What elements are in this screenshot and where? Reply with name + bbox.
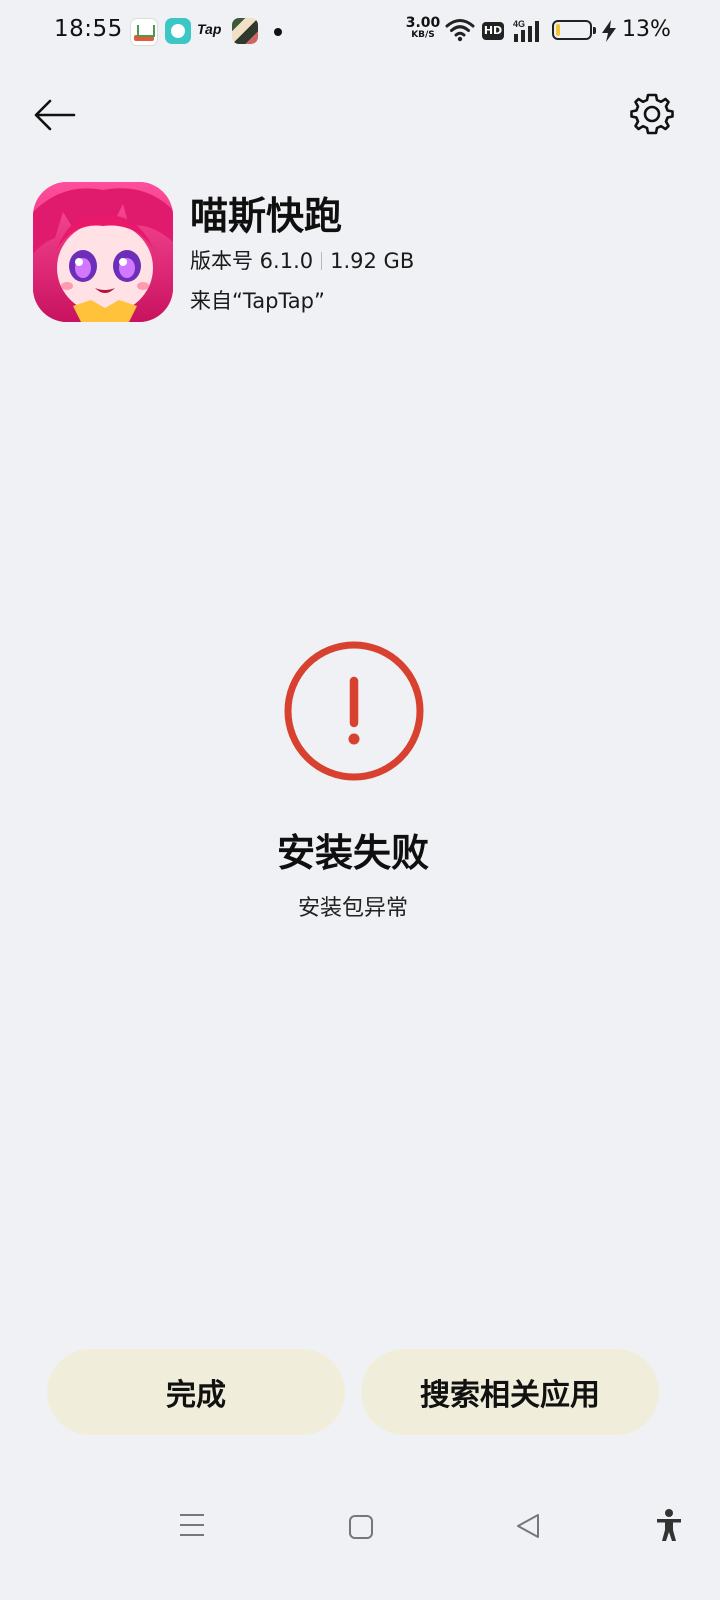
gear-icon [630, 93, 674, 135]
network-speed-value: 3.00 [405, 15, 441, 31]
arrow-left-icon [34, 99, 76, 131]
install-failed-reason: 安装包异常 [297, 896, 408, 921]
square-home-icon[interactable] [348, 1514, 374, 1540]
meta-divider [321, 252, 323, 270]
battery-fill [556, 24, 560, 36]
app-source: 来自“TapTap” [190, 289, 325, 313]
back-button[interactable] [30, 90, 80, 140]
install-failed-title: 安装失败 [276, 831, 429, 875]
app-icon [33, 182, 173, 322]
done-button[interactable]: 完成 [47, 1349, 345, 1435]
network-speed: 3.00 KB/S [405, 16, 441, 41]
network-type-label: 4G [513, 19, 525, 29]
search-related-apps-button[interactable]: 搜索相关应用 [361, 1349, 659, 1435]
cellular-signal-icon: 4G [513, 19, 539, 42]
home-app-notification-icon [130, 18, 158, 46]
app-size: 1.92 GB [330, 249, 415, 273]
settings-button[interactable] [628, 90, 676, 138]
app-meta: 版本号 6.1.0 1.92 GB [190, 246, 414, 276]
hd-voice-icon: HD [482, 22, 504, 40]
status-bar: 18:55 Tap 3.00 KB/S HD 4G 13% [0, 0, 720, 64]
taptap-notification-icon: Tap [197, 21, 222, 37]
app-name: 喵斯快跑 [190, 194, 343, 238]
charging-bolt-icon [602, 20, 616, 42]
triangle-back-icon[interactable] [515, 1512, 541, 1540]
status-time: 18:55 [54, 16, 123, 42]
gallery-notification-icon [232, 18, 258, 44]
wifi-icon [445, 19, 475, 42]
menu-lines-icon[interactable] [178, 1512, 206, 1538]
battery-percentage: 13% [622, 17, 671, 42]
more-notifications-dot-icon [274, 28, 282, 36]
battery-icon [552, 20, 596, 40]
app-character-artwork [33, 182, 173, 322]
chat-notification-icon [165, 18, 191, 44]
accessibility-person-icon[interactable] [654, 1508, 684, 1542]
app-version: 版本号 6.1.0 [190, 249, 314, 273]
exclamation-circle-icon [284, 641, 424, 781]
network-speed-unit: KB/S [411, 30, 435, 40]
